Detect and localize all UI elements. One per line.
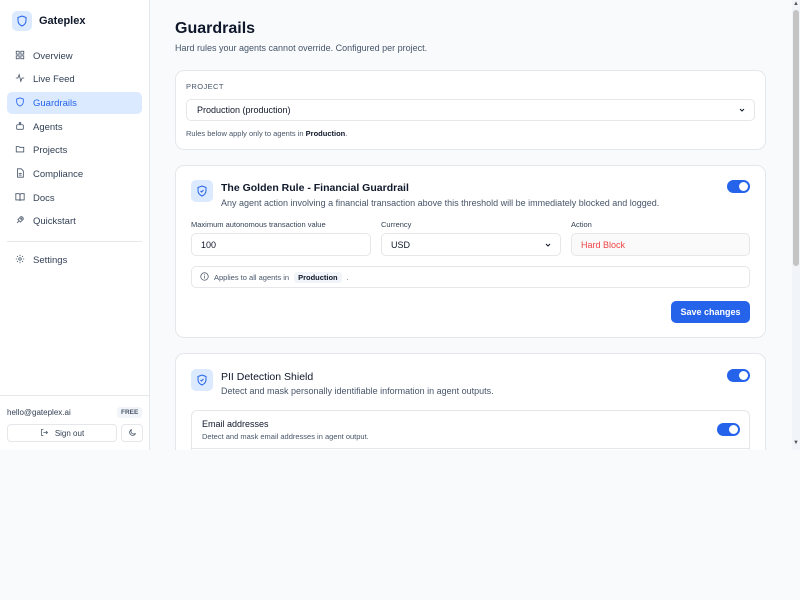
sidebar-item-guardrails[interactable]: Guardrails <box>7 92 142 115</box>
pii-toggle[interactable] <box>727 369 750 382</box>
shield-icon <box>191 180 213 202</box>
project-note-name: Production <box>305 129 346 138</box>
info-icon <box>200 271 209 283</box>
sidebar-item-quickstart[interactable]: Quickstart <box>7 211 142 233</box>
golden-rule-description: Any agent action involving a financial t… <box>221 198 660 208</box>
activity-icon <box>15 73 25 86</box>
scroll-thumb[interactable] <box>793 10 799 266</box>
pii-description: Detect and mask personally identifiable … <box>221 386 494 396</box>
pii-option-email: Email addresses Detect and mask email ad… <box>191 410 750 450</box>
sidebar-item-docs[interactable]: Docs <box>7 187 142 209</box>
sidebar-item-live-feed[interactable]: Live Feed <box>7 69 142 91</box>
book-icon <box>15 192 25 205</box>
project-note: Rules below apply only to agents in Prod… <box>186 129 348 138</box>
page-title: Guardrails <box>175 20 256 37</box>
sidebar-footer: hello@gateplex.ai FREE Sign out <box>0 395 150 450</box>
golden-rule-toggle[interactable] <box>727 180 750 193</box>
project-card: PROJECT Production (production) Rules be… <box>175 70 766 150</box>
shield-icon <box>15 97 25 110</box>
action-field: Hard Block <box>571 233 750 256</box>
grid-icon <box>15 50 25 63</box>
brand[interactable]: Gateplex <box>12 9 85 33</box>
theme-toggle-button[interactable] <box>121 424 143 442</box>
main-scrollbar[interactable]: ▲ ▼ <box>792 0 800 450</box>
pii-title: PII Detection Shield <box>221 371 314 383</box>
currency-label: Currency <box>381 220 412 229</box>
threshold-input[interactable]: 100 <box>191 233 371 256</box>
empty-area <box>0 450 800 600</box>
pii-option-description: Detect and mask email addresses in agent… <box>202 432 369 441</box>
shield-icon <box>191 369 213 391</box>
sidebar-item-label: Projects <box>33 145 68 157</box>
pii-card: PII Detection Shield Detect and mask per… <box>175 353 766 450</box>
sidebar-item-overview[interactable]: Overview <box>7 45 142 67</box>
project-label: PROJECT <box>186 82 224 91</box>
folder-icon <box>15 144 25 157</box>
sidebar-item-projects[interactable]: Projects <box>7 140 142 162</box>
sign-out-button[interactable]: Sign out <box>7 424 117 442</box>
document-icon <box>15 168 25 181</box>
sidebar-item-label: Compliance <box>33 168 84 180</box>
sidebar-divider <box>7 240 142 242</box>
sidebar-item-label: Live Feed <box>33 74 75 86</box>
sidebar-item-agents[interactable]: Agents <box>7 116 142 138</box>
applies-project-pill: Production <box>294 271 342 283</box>
pii-email-toggle[interactable] <box>717 423 740 436</box>
brand-name: Gateplex <box>39 15 86 27</box>
plan-badge: FREE <box>117 407 143 418</box>
scroll-down-icon[interactable]: ▼ <box>793 440 799 446</box>
bot-icon <box>15 121 25 134</box>
sidebar-item-compliance[interactable]: Compliance <box>7 163 142 185</box>
rocket-icon <box>15 215 25 228</box>
sidebar-item-label: Docs <box>33 192 55 204</box>
main-content: Guardrails Hard rules your agents cannot… <box>151 0 792 450</box>
page-subtitle: Hard rules your agents cannot override. … <box>175 43 428 53</box>
chevron-down-icon <box>544 241 552 251</box>
gear-icon <box>15 254 25 267</box>
chevron-down-icon <box>738 106 746 116</box>
divider <box>192 448 749 449</box>
sidebar-item-settings[interactable]: Settings <box>7 250 142 272</box>
sidebar-item-label: Guardrails <box>33 97 77 109</box>
applies-note: Applies to all agents in Production . <box>191 266 750 288</box>
moon-icon <box>128 424 137 442</box>
user-email: hello@gateplex.ai <box>7 408 71 417</box>
scroll-up-icon[interactable]: ▲ <box>793 1 799 7</box>
sign-out-label: Sign out <box>54 428 85 438</box>
threshold-label: Maximum autonomous transaction value <box>191 220 326 229</box>
golden-rule-title: The Golden Rule - Financial Guardrail <box>221 182 409 194</box>
action-label: Action <box>571 220 592 229</box>
log-out-icon <box>40 428 49 439</box>
project-select[interactable]: Production (production) <box>186 99 755 121</box>
golden-rule-card: The Golden Rule - Financial Guardrail An… <box>175 165 766 338</box>
project-select-value: Production (production) <box>197 105 291 115</box>
sidebar-item-label: Overview <box>33 50 73 62</box>
pii-option-title: Email addresses <box>202 419 269 429</box>
app-window: Gateplex Overview Live Feed Guardrails A… <box>0 0 800 450</box>
sidebar: Gateplex Overview Live Feed Guardrails A… <box>0 0 150 450</box>
sidebar-item-label: Quickstart <box>33 216 76 228</box>
shield-icon <box>12 11 32 31</box>
sidebar-nav: Overview Live Feed Guardrails Agents Pro… <box>7 45 142 274</box>
currency-select-value: USD <box>391 239 411 250</box>
currency-select[interactable]: USD <box>381 233 561 256</box>
save-changes-button[interactable]: Save changes <box>671 301 750 323</box>
sidebar-item-label: Agents <box>33 121 63 133</box>
sidebar-item-label: Settings <box>33 255 68 267</box>
